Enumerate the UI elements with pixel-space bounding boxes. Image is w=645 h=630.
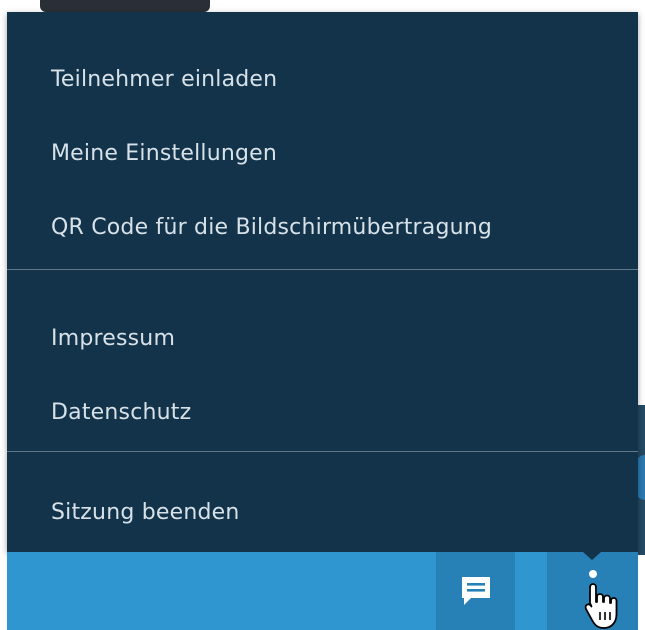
menu-divider xyxy=(7,269,638,270)
menu-item-my-settings[interactable]: Meine Einstellungen xyxy=(51,134,277,174)
chat-bubble-icon xyxy=(461,577,490,605)
menu-divider xyxy=(7,451,638,452)
overflow-menu: Teilnehmer einladen Meine Einstellungen … xyxy=(7,12,638,552)
menu-item-privacy[interactable]: Datenschutz xyxy=(51,393,191,433)
menu-item-invite-participants[interactable]: Teilnehmer einladen xyxy=(51,60,277,100)
hand-cursor-icon xyxy=(584,583,618,629)
chat-button[interactable] xyxy=(436,552,515,630)
menu-item-imprint[interactable]: Impressum xyxy=(51,319,175,359)
menu-item-end-session[interactable]: Sitzung beenden xyxy=(51,493,240,533)
bottom-toolbar xyxy=(7,552,638,630)
menu-caret xyxy=(583,552,601,560)
more-vertical-icon xyxy=(589,570,597,578)
video-tile-peek xyxy=(40,0,210,12)
menu-item-qr-code[interactable]: QR Code für die Bildschirmübertragung xyxy=(51,208,492,248)
